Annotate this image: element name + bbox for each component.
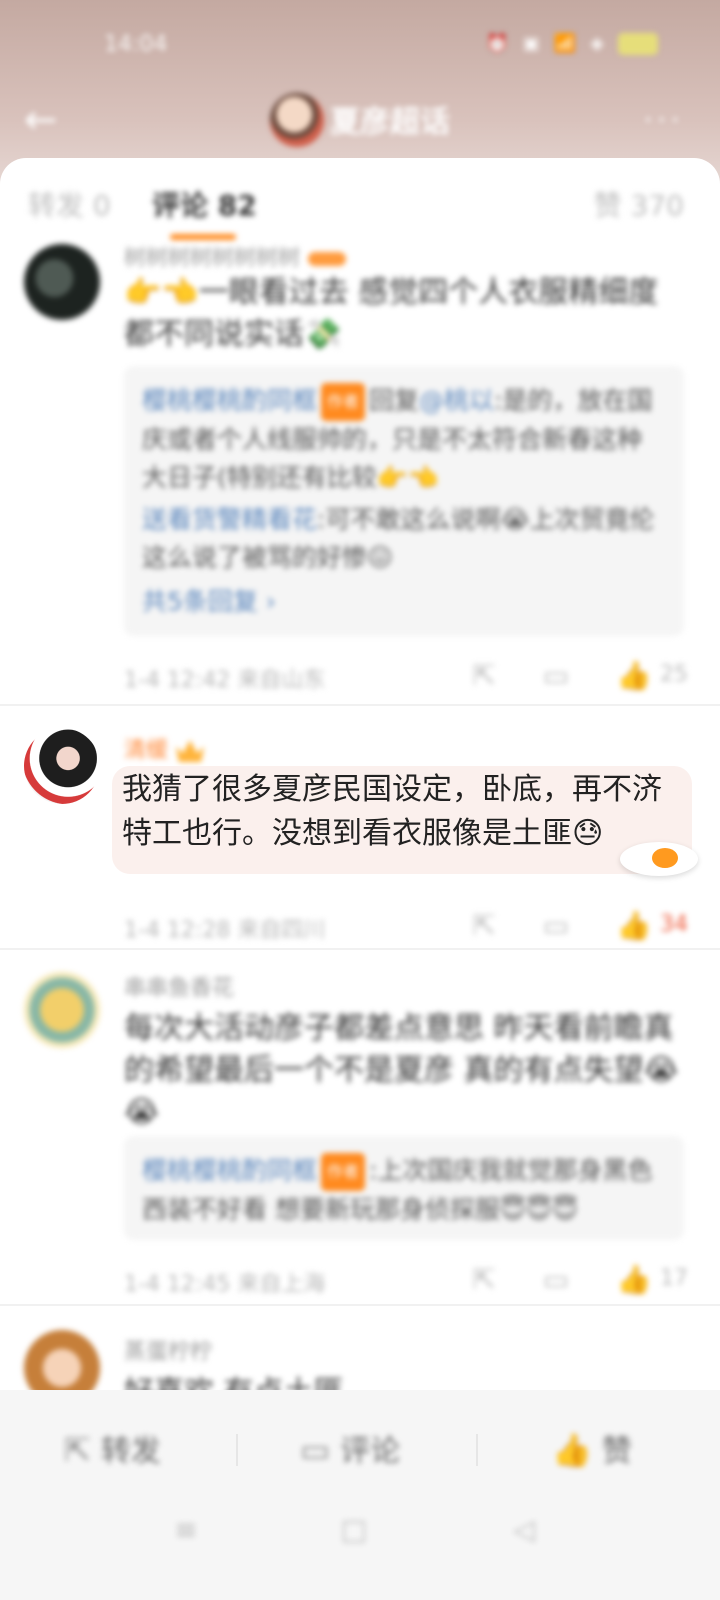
divider [0,704,720,706]
comment-username[interactable]: 串串鱼香花 [124,970,234,1002]
triangle-back-icon[interactable]: ◁ [504,1510,544,1550]
comment-username[interactable]: 清缓 [124,732,205,764]
comment-time: 1-4 12:45 来自上海 [124,1272,326,1297]
home-icon[interactable]: □ [334,1510,374,1550]
comment-meta: 1-4 12:42 来自山东 ⇱ ▭ 👍 25 [124,656,688,696]
reply-username[interactable]: 送看货警精看花 [142,505,317,534]
more-button[interactable]: ··· [643,103,684,138]
comment-text: 我猜了很多夏彦民国设定，卧底，再不济特工也行。没想到看衣服像是土匪😓 [122,772,662,851]
thumbs-up-icon[interactable]: 👍 [614,656,654,696]
comment-icon[interactable]: ▭ [536,906,576,946]
comment-meta: 1-4 12:28 来自四川 ⇱ ▭ 👍 34 [124,906,688,946]
tab-bar: 转发 0 评论 82 赞 370 [0,158,720,248]
divider [0,1304,720,1306]
topic-avatar[interactable] [270,93,324,147]
arrow-left-icon: ← [24,97,58,143]
comment-meta: 1-4 12:45 来自上海 ⇱ ▭ 👍 17 [124,1260,688,1300]
reply-box[interactable]: 樱桃樱桃酌同框 作者 回复@桃以:是的，放在国庆或者个人线服帅的，只是不太符合新春这… [124,366,684,636]
bottom-action-bar: ⇱ 转发 ▭ 评论 👍 赞 ≡ □ ◁ [0,1390,720,1600]
status-icons: ⏰ ▣ 📶 ◈ [486,33,658,55]
signal-icon: 📶 [553,33,577,54]
reply-username[interactable]: 樱桃樱桃酌同框 [142,386,317,415]
like-button[interactable]: 👍 赞 [552,1420,632,1480]
avatar[interactable] [24,728,100,804]
comment-icon[interactable]: ▭ [536,656,576,696]
comments-card: 转发 0 评论 82 赞 370 树树树树树树树树 👉👈一眼看过去 感觉四个人衣… [0,158,720,1408]
reply: 樱桃樱桃酌同框 作者 回复@桃以:是的，放在国庆或者个人线服帅的，只是不太符合新春这… [142,382,666,497]
reply-username[interactable]: 樱桃樱桃酌同框 [142,1156,317,1185]
repost-button[interactable]: ⇱ 转发 [64,1420,161,1480]
comment-username[interactable]: 蒸蛋柠柠 [124,1334,212,1366]
battery-icon [618,33,658,55]
status-bar: 14:04 ⏰ ▣ 📶 ◈ [0,0,720,90]
like-count: 17 [660,1266,688,1291]
reply-box[interactable]: 樱桃樱桃酌同框 作者:上次国庆我就觉那身黑色西装不好看 想要新玩那身侦探服😇😇😇 [124,1136,684,1240]
back-button[interactable]: ← [24,95,74,145]
reply: 送看货警精看花:可不敢这么说啊😭上次贸竟伦这么说了被骂的好惨😖 [142,505,655,572]
page-title[interactable]: 夏彦超话 [330,97,450,141]
author-tag: 作者 [321,383,366,421]
comment-time: 1-4 12:42 来自山东 [124,668,326,693]
thumbs-up-icon: 👍 [552,1431,592,1469]
divider [0,948,720,950]
system-nav-bar: ≡ □ ◁ [0,1500,720,1560]
comment-button[interactable]: ▭ 评论 [300,1420,400,1480]
comment-username[interactable]: 树树树树树树树树 [124,240,347,272]
divider [236,1434,238,1466]
avatar[interactable] [24,244,100,320]
share-icon[interactable]: ⇱ [464,906,504,946]
comment-icon: ▭ [300,1431,331,1469]
nfc-icon: ▣ [522,33,540,54]
level-badge [308,252,347,266]
wifi-icon: ◈ [590,33,604,54]
chevron-right-icon: › [265,587,276,616]
divider [476,1434,478,1466]
share-icon[interactable]: ⇱ [464,1260,504,1300]
like-count: 34 [660,912,688,937]
tab-comments[interactable]: 评论 82 [152,184,257,224]
alarm-icon: ⏰ [486,33,509,54]
mention-link[interactable]: @桃以 [419,386,494,415]
comment-icon[interactable]: ▭ [536,1260,576,1300]
fried-egg-icon [620,842,698,876]
tab-likes[interactable]: 赞 370 [594,184,684,224]
more-replies-link[interactable]: 共5条回复 › [142,583,666,621]
author-tag: 作者 [321,1153,366,1191]
status-time: 14:04 [104,32,168,57]
thumbs-up-icon[interactable]: 👍 [614,906,654,946]
comment-time: 1-4 12:28 来自四川 [124,918,326,943]
like-count: 25 [660,662,688,687]
comment-text: 每次大活动彦子都差点意思 昨天看前瞻真的希望最后一个不是夏彦 真的有点失望😭😭 [124,1011,679,1130]
thumbs-up-icon[interactable]: 👍 [614,1260,654,1300]
avatar[interactable] [24,972,100,1048]
crown-icon [176,740,205,762]
tab-repost[interactable]: 转发 0 [28,184,111,224]
share-icon[interactable]: ⇱ [464,656,504,696]
menu-icon[interactable]: ≡ [166,1510,206,1550]
nav-bar: ← 夏彦超话 ··· [0,85,720,155]
share-icon: ⇱ [64,1431,91,1469]
comment-text: 👉👈一眼看过去 感觉四个人衣服精细度都不同说实话💸 [124,275,659,352]
